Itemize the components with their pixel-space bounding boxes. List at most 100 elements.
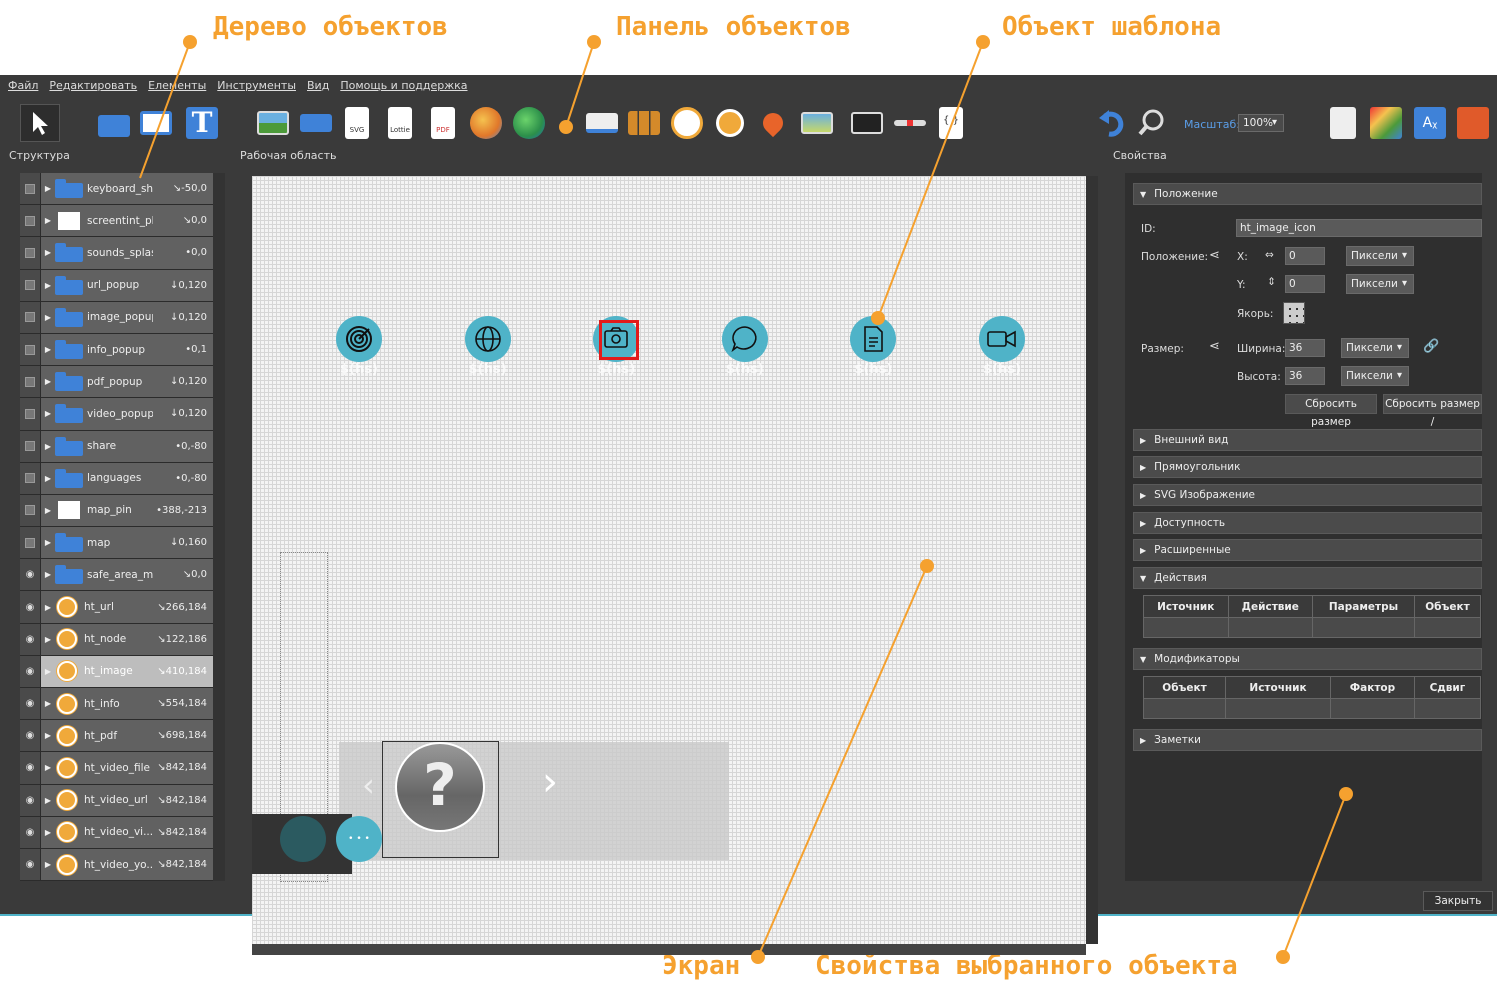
expand-arrow-icon[interactable]: ▶ [41,538,55,547]
width-unit-dropdown[interactable]: Пиксели [1341,338,1409,358]
height-unit-dropdown[interactable]: Пиксели [1341,366,1409,386]
table-cell[interactable] [1330,698,1415,719]
reset-size-proportional-button[interactable]: Сбросить размер / [1383,394,1482,428]
visibility-toggle[interactable] [20,333,41,366]
expand-arrow-icon[interactable]: ▶ [41,506,55,515]
anchor-grid-icon[interactable] [1283,302,1305,324]
table-cell[interactable] [1142,698,1227,719]
tree-row[interactable]: ▶ screentint_phone ↘0,0 [20,205,213,238]
expand-arrow-icon[interactable]: ▶ [41,635,55,644]
folder-tool-button[interactable] [96,104,132,142]
tree-row[interactable]: ◉ ▶ safe_area_main ↘0,0 [20,559,213,592]
menu-view[interactable]: Вид [307,79,329,92]
tree-row[interactable]: ◉ ▶ ht_video_file ↘842,184 [20,752,213,785]
tree-row[interactable]: ▶ url_popup ↓0,120 [20,269,213,302]
tree-row[interactable]: ▶ info_popup •0,1 [20,333,213,367]
tree-row[interactable]: ▶ pdf_popup ↓0,120 [20,366,213,399]
expand-arrow-icon[interactable]: ▶ [41,603,55,612]
visibility-toggle[interactable] [20,301,41,333]
x-unit-dropdown[interactable]: Пиксели [1346,246,1414,266]
section-advanced[interactable]: ▶ Расширенные [1133,539,1482,561]
scrollbar-tool-button[interactable] [892,104,928,142]
table-cell[interactable] [1227,617,1314,638]
section-notes[interactable]: ▶ Заметки [1133,729,1482,751]
width-field[interactable]: 36 [1285,339,1325,357]
visibility-toggle[interactable] [20,398,41,430]
visibility-toggle[interactable]: ◉ [20,848,41,881]
expand-arrow-icon[interactable]: ▶ [41,667,55,676]
expand-arrow-icon[interactable]: ▶ [41,860,55,869]
hotspot-template[interactable] [464,316,511,362]
tree-row[interactable]: ▶ languages •0,-80 [20,462,213,495]
expand-arrow-icon[interactable]: ▶ [41,731,55,740]
visibility-toggle[interactable]: ◉ [20,688,41,720]
menu-edit[interactable]: Редактировать [49,79,137,92]
section-accessibility[interactable]: ▶ Доступность [1133,512,1482,534]
section-actions[interactable]: ▼ Действия [1133,567,1482,589]
section-svg[interactable]: ▶ SVG Изображение [1133,484,1482,506]
hotspot-tool-button[interactable] [298,104,334,142]
table-cell[interactable] [1413,617,1482,638]
variables-button[interactable] [1455,104,1491,142]
image-tool-button[interactable] [255,104,291,142]
hotspot-template[interactable] [721,316,768,362]
expand-arrow-icon[interactable]: ▶ [41,216,55,225]
table-cell[interactable] [1143,617,1229,638]
marker-tool-button[interactable] [713,104,747,142]
y-field[interactable]: 0 [1285,275,1325,293]
video-player-tool-button[interactable] [849,104,885,142]
visibility-toggle[interactable]: ◉ [20,720,41,752]
expand-arrow-icon[interactable]: ▶ [41,796,55,805]
tree-row[interactable]: ▶ sounds_splashsc... •0,0 [20,237,213,270]
canvas-scrollbar-v[interactable] [1086,176,1098,944]
tree-row[interactable]: ◉ ▶ ht_url ↘266,184 [20,591,213,624]
expand-arrow-icon[interactable]: ▶ [41,184,55,193]
modifiers-table[interactable]: Объект Источник Фактор Сдвиг [1142,676,1482,719]
visibility-toggle[interactable]: ◉ [20,816,41,848]
expand-arrow-icon[interactable]: ▶ [41,828,55,837]
section-appearance[interactable]: ▶ Внешний вид [1133,429,1482,451]
expand-arrow-icon[interactable]: ▶ [41,442,55,451]
tree-row[interactable]: ◉ ▶ ht_video_vi... ↘842,184 [20,816,213,849]
expand-arrow-icon[interactable]: ▶ [41,248,55,257]
visibility-toggle[interactable]: ◉ [20,591,41,623]
text-tool-button[interactable]: T [184,104,220,142]
reset-size-button[interactable]: Сбросить размер [1285,394,1377,428]
pin-tool-button[interactable] [756,104,790,142]
tree-row[interactable]: ▶ share •0,-80 [20,430,213,463]
tree-row[interactable]: ▶ image_popup ↓0,120 [20,301,213,334]
code-tool-button[interactable]: { } [935,104,967,142]
tree-row[interactable]: ▶ map ↓0,160 [20,527,213,560]
undo-button[interactable] [1095,104,1129,142]
area-tool-button[interactable] [799,104,835,142]
expand-arrow-icon[interactable]: ▶ [41,474,55,483]
pdf-tool-button[interactable]: PDF [427,104,459,142]
tree-row[interactable]: ▶ keyboard_short... ↘-50,0 [20,173,213,206]
tree-row[interactable]: ◉ ▶ ht_video_yo... ↘842,184 [20,848,213,881]
video-tool-button[interactable] [469,104,503,142]
table-cell[interactable] [1413,698,1482,719]
menu-help[interactable]: Помощь и поддержка [340,79,467,92]
chain-link-icon[interactable]: 🔗 [1423,339,1439,354]
visibility-toggle[interactable]: ◉ [20,559,41,591]
tree-row[interactable]: ◉ ▶ ht_info ↘554,184 [20,688,213,721]
visibility-toggle[interactable] [20,527,41,559]
tree-row[interactable]: ◉ ▶ ht_image ↘410,184 [20,655,213,688]
workspace-canvas[interactable]: ? ‹ › • • • $(hs) $(hs) $(hs) $(hs) $(hs) $(h… [252,176,1086,944]
height-field[interactable]: 36 [1285,367,1325,385]
tree-row[interactable]: ▶ video_popup ↓0,120 [20,398,213,431]
menu-file[interactable]: Файл [8,79,38,92]
expand-arrow-icon[interactable]: ▶ [41,345,55,354]
menu-tools[interactable]: Инструменты [217,79,296,92]
output-preview-button[interactable] [1325,104,1361,142]
visibility-toggle[interactable]: ◉ [20,752,41,784]
y-unit-dropdown[interactable]: Пиксели [1346,274,1414,294]
expand-arrow-icon[interactable]: ▶ [41,409,55,418]
x-field[interactable]: 0 [1285,247,1325,265]
expand-arrow-icon[interactable]: ▶ [41,377,55,386]
visibility-toggle[interactable] [20,269,41,301]
section-rectangle[interactable]: ▶ Прямоугольник [1133,456,1482,478]
visibility-toggle[interactable] [20,494,41,527]
canvas-scrollbar-h[interactable] [252,944,1086,955]
visibility-toggle[interactable]: ◉ [20,655,41,687]
